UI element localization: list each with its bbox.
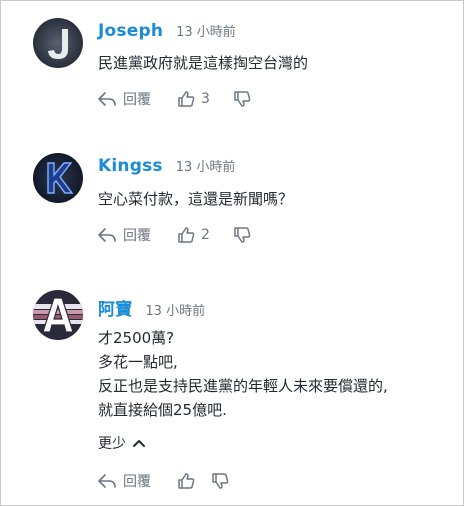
comments-panel [0,0,464,506]
reply-arrow-icon [98,92,116,106]
like-button[interactable] [177,472,211,490]
timestamp: 13 小時前 [176,25,236,40]
reply-label: 回覆 [123,228,151,244]
avatar[interactable] [33,18,83,68]
reply-button[interactable]: 回覆 [97,225,177,245]
thumbs-down-icon [234,227,251,243]
reply-label: 回覆 [123,92,151,108]
thumbs-up-icon [178,91,195,107]
thumbs-down-icon [212,473,229,489]
comment-text: 才2500萬? 多花一點吧, 反正也是支持民進黨的年輕人未來要償還的, 就直接給… [98,329,388,419]
dislike-button[interactable] [233,226,263,244]
reply-label: 回覆 [123,474,151,490]
show-less-label: 更少 [98,436,126,452]
like-count: 3 [201,91,210,107]
reply-arrow-icon [98,474,116,488]
like-count: 2 [201,227,210,243]
avatar-letter-k-icon [33,153,83,203]
avatar-letter-a-icon [33,290,83,340]
dislike-button[interactable] [211,472,241,490]
thumbs-up-icon [178,227,195,243]
avatar[interactable] [33,290,83,340]
show-less-button[interactable]: 更少 [98,433,145,453]
reply-button[interactable]: 回覆 [97,89,177,109]
username[interactable]: 阿寶 [98,295,132,320]
reply-arrow-icon [98,228,116,242]
timestamp: 13 小時前 [145,304,206,319]
avatar[interactable] [33,153,83,203]
comment-text: 空心菜付款，這還是新聞嗎？ [98,190,294,208]
thumbs-down-icon [234,91,251,107]
dislike-button[interactable] [233,90,263,108]
like-button[interactable]: 3 [177,90,233,108]
chevron-up-icon [133,440,145,447]
comment-text: 民進黨政府就是這樣掏空台灣的 [98,54,309,72]
like-button[interactable]: 2 [177,226,233,244]
avatar-letter-j-icon [33,18,83,68]
username[interactable]: Joseph [98,21,163,41]
reply-button[interactable]: 回覆 [97,471,177,491]
username[interactable]: Kingss [98,156,163,176]
timestamp: 13 小時前 [175,160,236,175]
thumbs-up-icon [178,473,195,489]
